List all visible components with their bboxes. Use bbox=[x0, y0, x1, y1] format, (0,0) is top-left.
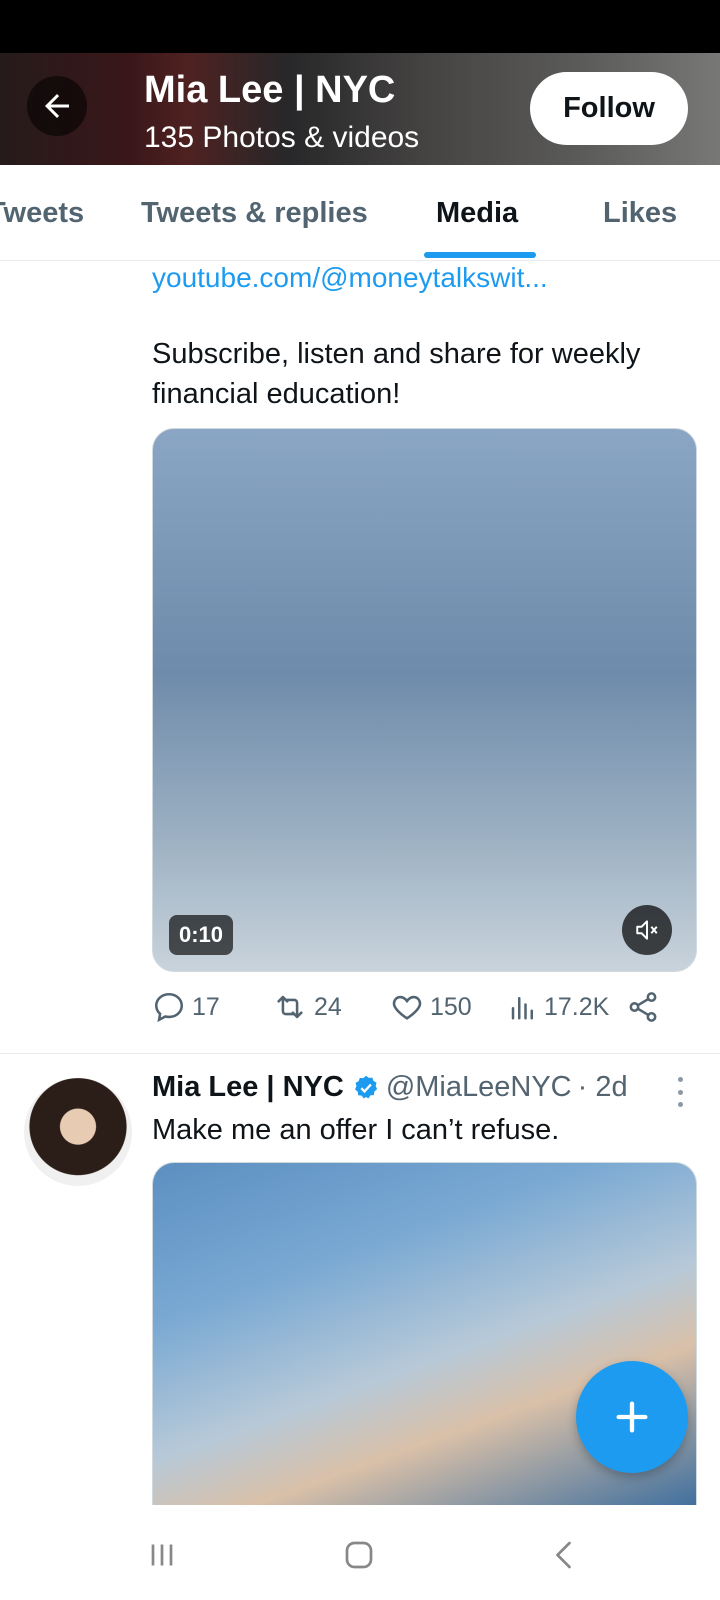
plus-icon bbox=[616, 1401, 648, 1433]
home-icon bbox=[345, 1541, 373, 1569]
retweet-button[interactable]: 24 bbox=[272, 990, 342, 1024]
profile-header: Mia Lee | NYC 135 Photos & videos Follow bbox=[0, 53, 720, 165]
reply-button[interactable]: 17 bbox=[152, 990, 220, 1024]
tweet-video[interactable]: 0:10 bbox=[152, 428, 697, 972]
author-name[interactable]: Mia Lee | NYC bbox=[152, 1071, 344, 1104]
tweet[interactable]: youtube.com/@moneytalkswit... Subscribe,… bbox=[0, 262, 720, 1054]
arrow-left-icon bbox=[45, 94, 69, 118]
author-handle[interactable]: @MiaLeeNYC bbox=[386, 1071, 572, 1104]
tab-tweets-replies[interactable]: Tweets & replies bbox=[141, 197, 368, 230]
reply-count: 17 bbox=[192, 992, 220, 1021]
share-button[interactable] bbox=[626, 990, 660, 1024]
reply-icon bbox=[154, 992, 184, 1023]
status-bar bbox=[0, 0, 720, 53]
avatar[interactable] bbox=[24, 1078, 132, 1186]
tweet-time: · 2d bbox=[577, 1071, 628, 1103]
tab-media[interactable]: Media bbox=[436, 197, 518, 230]
back-button[interactable] bbox=[27, 76, 87, 136]
tweet-text: Make me an offer I can’t refuse. bbox=[152, 1114, 560, 1146]
more-options-button[interactable] bbox=[670, 1077, 690, 1107]
compose-tweet-button[interactable] bbox=[576, 1361, 688, 1473]
like-count: 150 bbox=[430, 992, 472, 1021]
back-nav-icon bbox=[556, 1541, 571, 1569]
tab-tweets[interactable]: Tweets bbox=[0, 197, 84, 230]
mute-button[interactable] bbox=[622, 905, 672, 955]
video-duration: 0:10 bbox=[169, 915, 234, 955]
mute-icon bbox=[636, 920, 658, 940]
recents-icon bbox=[151, 1544, 173, 1566]
retweet-icon bbox=[277, 995, 303, 1019]
tweet-text: Subscribe, listen and share for weekly f… bbox=[152, 338, 641, 410]
back-nav-button[interactable] bbox=[545, 1535, 585, 1575]
profile-tabs: Tweets Tweets & replies Media Likes bbox=[0, 165, 720, 261]
views-button[interactable]: 17.2K bbox=[508, 990, 609, 1024]
views-icon bbox=[511, 997, 533, 1020]
heart-icon bbox=[392, 995, 422, 1020]
retweet-count: 24 bbox=[314, 992, 342, 1021]
verified-icon bbox=[354, 1075, 377, 1098]
share-icon bbox=[629, 992, 657, 1022]
recents-button[interactable] bbox=[142, 1535, 182, 1575]
system-nav-bar bbox=[0, 1505, 720, 1600]
like-button[interactable]: 150 bbox=[390, 990, 472, 1024]
tab-likes[interactable]: Likes bbox=[603, 197, 677, 230]
profile-name: Mia Lee | NYC bbox=[144, 69, 396, 111]
views-count: 17.2K bbox=[544, 992, 610, 1021]
follow-button[interactable]: Follow bbox=[530, 72, 688, 145]
tweet-actions: 17 24 150 17.2K bbox=[152, 990, 672, 1038]
tweet-link[interactable]: youtube.com/@moneytalkswit... bbox=[152, 262, 548, 294]
home-button[interactable] bbox=[339, 1535, 379, 1575]
media-count: 135 Photos & videos bbox=[144, 121, 420, 154]
tweet-header: Mia Lee | NYC @MiaLeeNYC · 2d bbox=[152, 1071, 628, 1104]
more-icon bbox=[677, 1077, 683, 1082]
active-tab-indicator bbox=[424, 252, 536, 258]
